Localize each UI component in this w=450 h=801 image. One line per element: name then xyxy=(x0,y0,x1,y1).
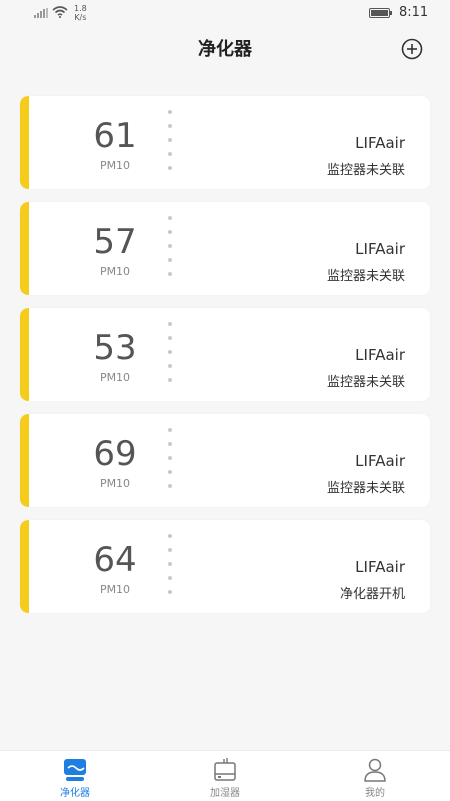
pm-label: PM10 xyxy=(99,371,131,384)
bottom-nav: 净化器 加湿器 我的 xyxy=(0,750,450,801)
nav-label: 我的 xyxy=(365,788,385,799)
nav-item-purifier[interactable]: 净化器 xyxy=(0,751,150,801)
header: 净化器 xyxy=(0,30,450,66)
pm-label: PM10 xyxy=(99,159,131,172)
pm-label: PM10 xyxy=(99,583,131,596)
card-accent xyxy=(20,308,29,401)
speed-value: 1.8 xyxy=(74,4,87,13)
page-title: 净化器 xyxy=(198,39,252,60)
card-accent xyxy=(20,520,29,613)
card-accent xyxy=(20,414,29,507)
humidifier-icon xyxy=(214,758,236,781)
more-dots-icon[interactable] xyxy=(167,428,173,492)
battery-icon xyxy=(369,8,392,18)
device-list: 61 PM10 LIFAair 监控器未关联 57 PM10 LIFAair 监… xyxy=(20,96,430,626)
more-dots-icon[interactable] xyxy=(167,322,173,386)
status-time: 8:11 xyxy=(399,5,429,20)
device-card[interactable]: 61 PM10 LIFAair 监控器未关联 xyxy=(20,96,430,189)
pm-value: 57 xyxy=(93,222,137,262)
device-card[interactable]: 69 PM10 LIFAair 监控器未关联 xyxy=(20,414,430,507)
plus-circle-icon[interactable] xyxy=(401,38,423,60)
more-dots-icon[interactable] xyxy=(167,534,173,598)
nav-item-mine[interactable]: 我的 xyxy=(300,751,450,801)
device-card[interactable]: 64 PM10 LIFAair 净化器开机 xyxy=(20,520,430,613)
device-name: LIFAair xyxy=(355,452,405,470)
wifi-icon xyxy=(52,6,68,18)
user-icon xyxy=(364,758,386,782)
device-name: LIFAair xyxy=(355,240,405,258)
network-speed: 1.8 K/s xyxy=(74,4,87,22)
device-name: LIFAair xyxy=(355,346,405,364)
signal-icon xyxy=(34,8,48,18)
pm-label: PM10 xyxy=(99,477,131,490)
pm-value: 69 xyxy=(93,434,137,474)
pm-value: 61 xyxy=(93,116,137,156)
pm-value: 53 xyxy=(93,328,137,368)
card-accent xyxy=(20,96,29,189)
device-status: 监控器未关联 xyxy=(326,481,405,496)
status-bar: 1.8 K/s 8:11 xyxy=(0,0,450,26)
pm-value: 64 xyxy=(93,540,137,580)
device-status: 监控器未关联 xyxy=(326,163,405,178)
more-dots-icon[interactable] xyxy=(167,216,173,280)
device-name: LIFAair xyxy=(355,558,405,576)
device-status: 监控器未关联 xyxy=(326,269,405,284)
purifier-icon xyxy=(64,759,86,781)
device-card[interactable]: 57 PM10 LIFAair 监控器未关联 xyxy=(20,202,430,295)
device-status: 监控器未关联 xyxy=(326,375,405,390)
card-accent xyxy=(20,202,29,295)
nav-item-humidifier[interactable]: 加湿器 xyxy=(150,751,300,801)
device-card[interactable]: 53 PM10 LIFAair 监控器未关联 xyxy=(20,308,430,401)
nav-label: 加湿器 xyxy=(210,788,240,799)
device-name: LIFAair xyxy=(355,134,405,152)
pm-label: PM10 xyxy=(99,265,131,278)
more-dots-icon[interactable] xyxy=(167,110,173,174)
device-status: 净化器开机 xyxy=(339,587,405,602)
speed-unit: K/s xyxy=(74,13,87,22)
nav-label: 净化器 xyxy=(60,788,90,799)
